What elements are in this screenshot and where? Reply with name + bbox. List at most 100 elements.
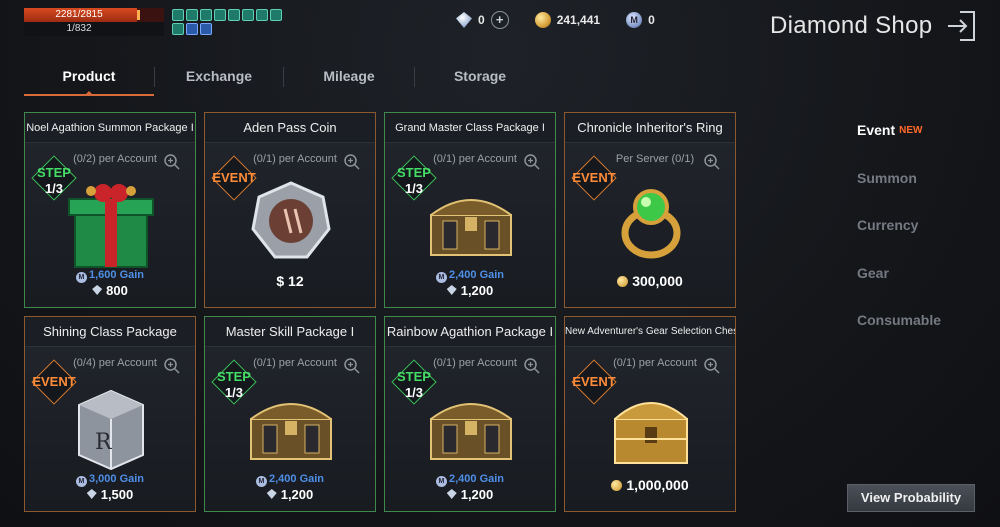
purchase-limit: (0/1) per Account	[253, 357, 337, 369]
price-value: 800	[106, 283, 128, 298]
gain-amount: 1,600	[88, 269, 117, 281]
mileage-icon: M	[626, 12, 643, 28]
category-gear[interactable]: Gear	[857, 265, 987, 313]
buff-icon[interactable]	[256, 9, 268, 21]
buff-icon[interactable]	[200, 23, 212, 35]
zoom-in-icon[interactable]	[523, 153, 541, 171]
zoom-in-icon[interactable]	[343, 153, 361, 171]
gold-coin-icon	[534, 12, 551, 28]
zoom-in-icon[interactable]	[523, 357, 541, 375]
diamond-icon	[456, 12, 472, 28]
mileage-icon: M	[435, 272, 447, 283]
diamond-icon	[86, 489, 97, 499]
buff-icon[interactable]	[242, 9, 254, 21]
product-title: Noel Agathion Summon Package I	[25, 113, 195, 143]
gift-box-icon	[61, 171, 161, 271]
buff-icon[interactable]	[172, 23, 184, 35]
product-card[interactable]: Aden Pass Coin EVENT (0/1) per Account $ 12	[204, 112, 376, 308]
price: $ 12	[205, 273, 375, 289]
buff-icon[interactable]	[228, 9, 240, 21]
product-card[interactable]: Noel Agathion Summon Package I STEP 1/3 (0/…	[24, 112, 196, 308]
product-title: New Adventurer's Gear Selection Chest	[565, 317, 735, 347]
price-value: 300,000	[632, 273, 683, 289]
gain-label: Gain	[119, 269, 145, 281]
price-value: 1,000,000	[626, 477, 689, 493]
hp-ticker	[137, 10, 140, 20]
price-value: 1,200	[280, 487, 314, 502]
purchase-limit: (0/1) per Account	[433, 153, 517, 165]
category-currency[interactable]: Currency	[857, 217, 987, 265]
mileage-gain: M 2,400 Gain	[205, 473, 375, 487]
purchase-limit: Per Server (0/1)	[615, 153, 695, 165]
gain-label: Gain	[479, 473, 505, 485]
buff-icon[interactable]	[186, 23, 198, 35]
hp-bar: 2281/2815	[24, 8, 164, 22]
product-card[interactable]: Master Skill Package I STEP 1/3 (0/1) per A…	[204, 316, 376, 512]
product-grid: Noel Agathion Summon Package I STEP 1/3 (0/…	[24, 112, 740, 512]
zoom-in-icon[interactable]	[343, 357, 361, 375]
add-diamond-button[interactable]: +	[490, 11, 509, 29]
chest-icon	[421, 375, 521, 475]
diamond-icon	[92, 285, 103, 295]
gain-amount: 2,400	[268, 473, 297, 485]
buff-icon[interactable]	[200, 9, 212, 21]
silver-box-icon: R	[61, 375, 161, 475]
gain-label: Gain	[299, 473, 325, 485]
mileage-icon: M	[75, 272, 87, 283]
view-probability-button[interactable]: View Probability	[847, 484, 975, 512]
price-value: 1,500	[100, 487, 134, 502]
gold-coin-icon	[611, 480, 623, 491]
tab-storage[interactable]: Storage	[415, 62, 545, 96]
price: 1,000,000	[565, 477, 735, 493]
product-title: Chronicle Inheritor's Ring	[565, 113, 735, 143]
gold-chest-icon	[601, 375, 701, 475]
hp-text: 2281/2815	[55, 9, 103, 20]
mileage-amount: 0	[648, 13, 655, 27]
product-title: Shining Class Package	[25, 317, 195, 347]
mileage-gain: M 2,400 Gain	[385, 473, 555, 487]
category-label: Event	[857, 122, 896, 138]
product-card[interactable]: Chronicle Inheritor's Ring EVENT Per Serve…	[564, 112, 736, 308]
gain-amount: 3,000	[88, 473, 117, 485]
buff-bar	[172, 9, 292, 35]
zoom-in-icon[interactable]	[703, 357, 721, 375]
tab-exchange[interactable]: Exchange	[155, 62, 283, 96]
zoom-in-icon[interactable]	[703, 153, 721, 171]
buff-icon[interactable]	[172, 9, 184, 21]
tab-product[interactable]: Product	[24, 62, 154, 96]
purchase-limit: (0/1) per Account	[253, 153, 337, 165]
exit-icon[interactable]	[946, 10, 976, 42]
category-summon[interactable]: Summon	[857, 170, 987, 218]
purchase-limit: (0/1) per Account	[613, 357, 697, 369]
new-badge: NEW	[899, 125, 923, 136]
price: 1,500	[25, 487, 195, 502]
buff-icon[interactable]	[186, 9, 198, 21]
page-title: Diamond Shop	[770, 12, 933, 39]
chest-icon	[241, 375, 341, 475]
gain-label: Gain	[119, 473, 145, 485]
zoom-in-icon[interactable]	[163, 153, 181, 171]
product-card[interactable]: Rainbow Agathion Package I STEP 1/3 (0/1) p…	[384, 316, 556, 512]
currency-bar: 0 + 241,441 M 0	[456, 11, 655, 29]
gold-amount: 241,441	[556, 13, 601, 27]
diamond-icon	[266, 489, 277, 499]
chest-icon	[421, 171, 521, 271]
product-card[interactable]: Shining Class Package EVENT (0/4) per Acco…	[24, 316, 196, 512]
buff-icon[interactable]	[270, 9, 282, 21]
zoom-in-icon[interactable]	[163, 357, 181, 375]
gain-label: Gain	[479, 269, 505, 281]
product-title: Grand Master Class Package I	[385, 113, 555, 143]
category-event[interactable]: Event NEW	[857, 122, 987, 170]
product-card[interactable]: Grand Master Class Package I STEP 1/3 (0/1)…	[384, 112, 556, 308]
price: 1,200	[385, 283, 555, 298]
product-card[interactable]: New Adventurer's Gear Selection Chest EVE…	[564, 316, 736, 512]
buff-icon[interactable]	[214, 9, 226, 21]
tab-mileage[interactable]: Mileage	[284, 62, 414, 96]
mileage-icon: M	[75, 476, 87, 487]
product-title: Aden Pass Coin	[205, 113, 375, 143]
price-value: 1,200	[460, 487, 494, 502]
category-consumable[interactable]: Consumable	[857, 312, 987, 360]
mileage-icon: M	[255, 476, 267, 487]
gain-amount: 2,400	[448, 269, 477, 281]
price: 1,200	[385, 487, 555, 502]
